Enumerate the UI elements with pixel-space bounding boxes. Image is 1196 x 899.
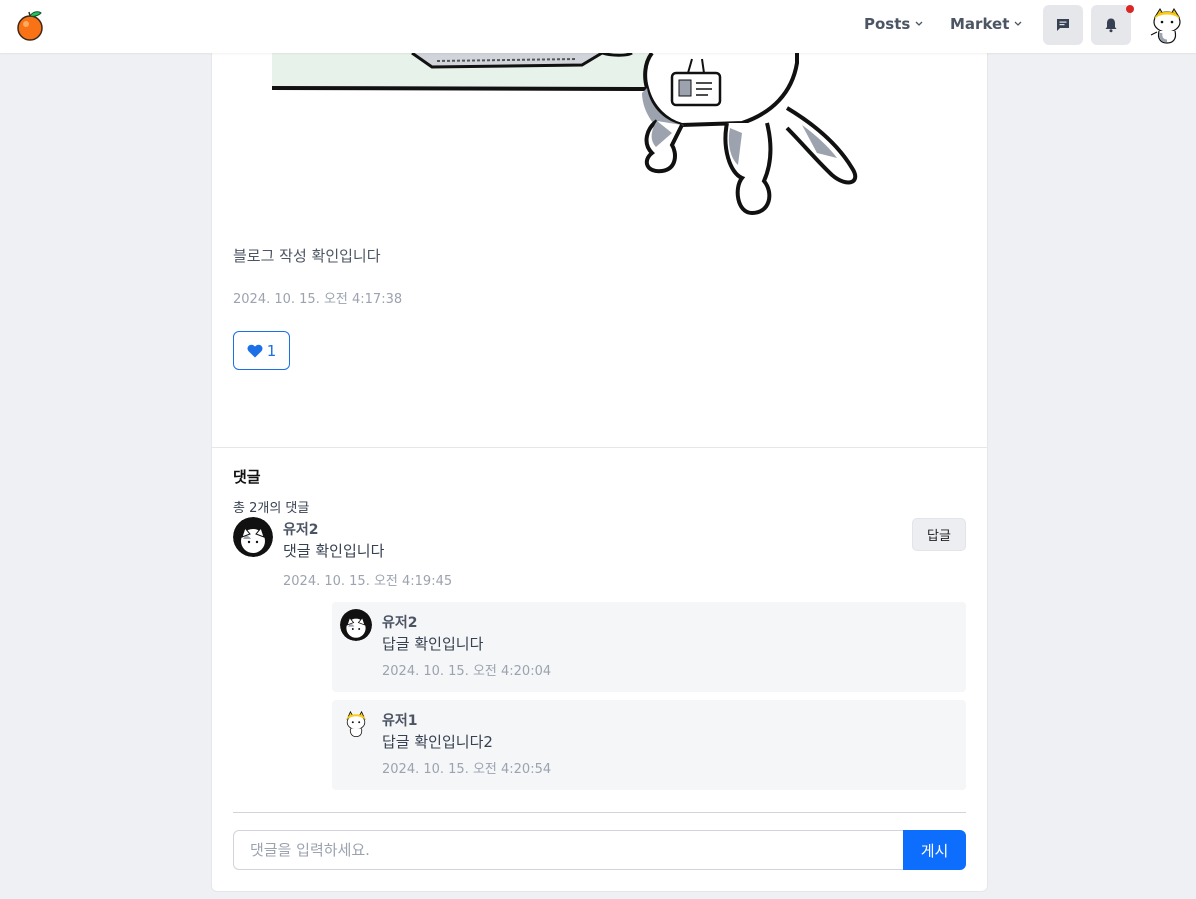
reply-author: 유저1	[382, 713, 418, 729]
chat-button[interactable]	[1043, 5, 1083, 45]
comment-author: 유저2	[283, 522, 319, 538]
nav-posts-menu[interactable]: Posts	[864, 15, 923, 33]
chevron-down-icon	[915, 21, 923, 26]
orange-logo-icon[interactable]	[16, 9, 44, 41]
chevron-down-icon	[1014, 21, 1022, 26]
like-count: 1	[266, 341, 277, 360]
user-avatar[interactable]	[1147, 5, 1187, 45]
top-navbar: Posts Market	[0, 0, 1196, 53]
post-card: 블로그 작성 확인입니다 2024. 10. 15. 오전 4:17:38 1 …	[211, 53, 988, 892]
comments-heading: 댓글	[233, 468, 261, 486]
section-divider	[212, 447, 987, 448]
comment-input[interactable]	[233, 830, 903, 870]
avatar	[340, 707, 372, 739]
like-button[interactable]: 1	[233, 331, 290, 370]
reply-button[interactable]: 답글	[912, 518, 966, 551]
post-image-cat-illustration	[272, 53, 858, 216]
bell-icon	[1105, 18, 1117, 33]
nav-market-menu[interactable]: Market	[950, 15, 1022, 33]
comments-count: 총 2개의 댓글	[233, 501, 310, 516]
comment-form-divider	[233, 812, 966, 813]
reply-text: 답글 확인입니다	[382, 635, 484, 653]
post-body-text: 블로그 작성 확인입니다	[233, 247, 381, 265]
nav-posts-label: Posts	[864, 15, 911, 33]
avatar	[340, 609, 372, 641]
reply-item: 유저1 답글 확인입니다2 2024. 10. 15. 오전 4:20:54	[332, 700, 966, 790]
comment-timestamp: 2024. 10. 15. 오전 4:19:45	[283, 574, 453, 589]
comment-text: 댓글 확인입니다	[283, 542, 385, 560]
nav-market-label: Market	[950, 15, 1010, 33]
reply-timestamp: 2024. 10. 15. 오전 4:20:54	[382, 762, 552, 777]
reply-timestamp: 2024. 10. 15. 오전 4:20:04	[382, 664, 552, 679]
notification-badge	[1126, 5, 1134, 13]
reply-author: 유저2	[382, 615, 418, 631]
submit-comment-button[interactable]: 게시	[903, 830, 966, 870]
notifications-button[interactable]	[1091, 5, 1131, 45]
chat-icon	[1057, 19, 1069, 31]
post-timestamp: 2024. 10. 15. 오전 4:17:38	[233, 292, 403, 307]
avatar	[233, 517, 273, 557]
reply-item: 유저2 답글 확인입니다 2024. 10. 15. 오전 4:20:04	[332, 602, 966, 692]
reply-text: 답글 확인입니다2	[382, 733, 493, 751]
heart-icon	[247, 344, 263, 357]
